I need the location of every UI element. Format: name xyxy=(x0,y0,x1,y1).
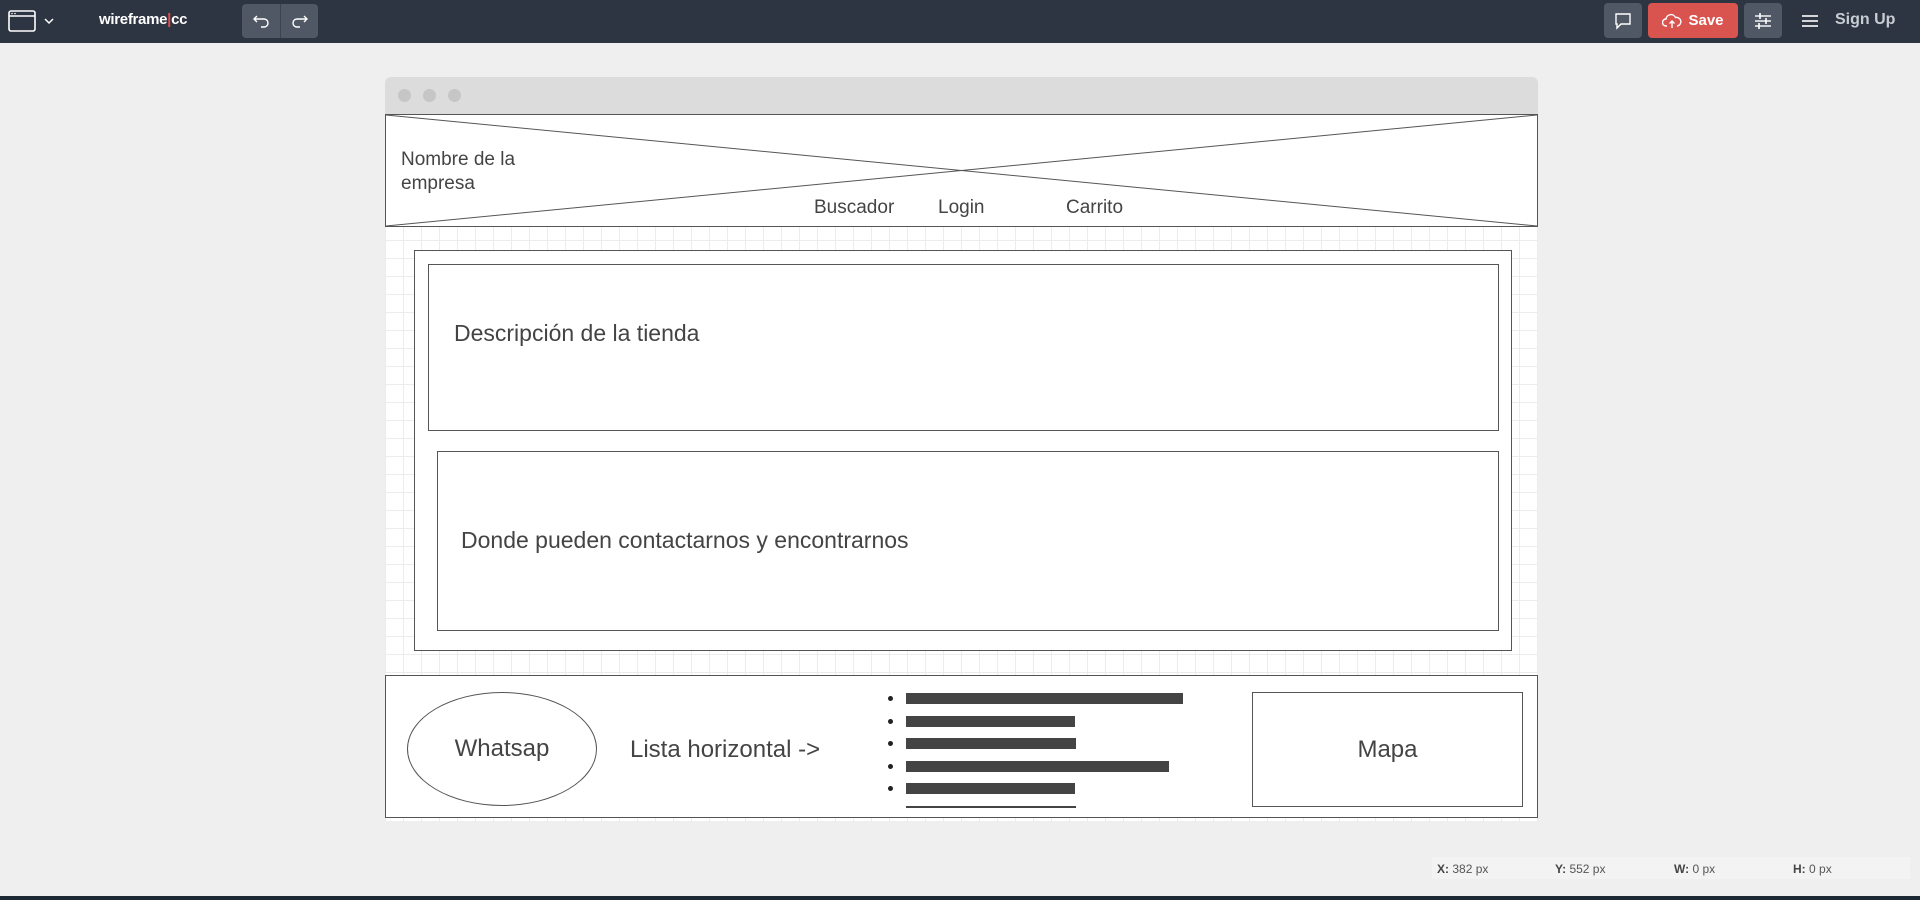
store-description: Descripción de la tienda xyxy=(454,320,700,346)
list-item-bar xyxy=(906,715,1075,727)
comment-icon xyxy=(1615,12,1631,30)
chevron-down-icon xyxy=(44,18,54,25)
browser-title-bar xyxy=(385,77,1538,114)
sliders-icon xyxy=(1755,12,1771,29)
header-image-placeholder[interactable]: Nombre de la empresa Buscador Login Carr… xyxy=(385,114,1538,227)
whatsapp-label: Whatsap xyxy=(454,735,550,762)
main-menu-button[interactable] xyxy=(1798,8,1822,34)
save-button[interactable]: Save xyxy=(1648,3,1738,38)
window-dot-close xyxy=(398,89,411,102)
list-item-bar xyxy=(906,693,1183,704)
horizontal-list-label: Lista horizontal -> xyxy=(630,736,821,763)
window-dot-minimize xyxy=(423,89,436,102)
bullet-dot xyxy=(888,786,893,791)
map-label: Mapa xyxy=(1357,735,1418,763)
status-w: W: 0 px xyxy=(1674,862,1716,876)
wireframe-canvas[interactable]: Nombre de la empresa Buscador Login Carr… xyxy=(385,114,1538,821)
window-dot-maximize xyxy=(448,89,461,102)
app-logo: wireframe|cc xyxy=(99,11,187,28)
list-item-bar xyxy=(906,783,1075,794)
comment-button[interactable] xyxy=(1604,3,1642,38)
hamburger-menu-icon xyxy=(1802,15,1818,27)
bottom-strip xyxy=(0,896,1920,900)
nav-login[interactable]: Login xyxy=(938,197,985,219)
undo-redo-group xyxy=(242,4,318,38)
top-toolbar: wireframe|cc Save Sign Up xyxy=(0,0,1920,43)
footer-box[interactable]: Whatsap Lista horizontal -> Mapa xyxy=(385,675,1538,818)
sign-up-link[interactable]: Sign Up xyxy=(1835,11,1895,29)
logo-suffix: cc xyxy=(171,11,188,28)
undo-icon xyxy=(253,15,269,28)
redo-icon xyxy=(291,15,308,28)
nav-buscador[interactable]: Buscador xyxy=(814,197,894,219)
cloud-upload-icon xyxy=(1662,13,1682,28)
list-item-bar xyxy=(906,760,1169,772)
status-h: H: 0 px xyxy=(1793,862,1832,876)
list-underline xyxy=(906,806,1076,808)
bullet-dot xyxy=(888,763,893,769)
company-name: Nombre de la empresa xyxy=(401,149,516,194)
bullet-dot xyxy=(888,718,893,724)
browser-window-icon xyxy=(8,10,36,32)
contact-text: Donde pueden contactarnos y encontrarnos xyxy=(461,527,909,553)
map-box[interactable]: Mapa xyxy=(1252,692,1523,807)
whatsapp-circle[interactable]: Whatsap xyxy=(407,692,597,806)
nav-carrito[interactable]: Carrito xyxy=(1066,197,1123,219)
redo-button[interactable] xyxy=(280,4,318,38)
save-label: Save xyxy=(1688,12,1724,29)
list-item-bar xyxy=(906,738,1076,749)
status-y: Y: 552 px xyxy=(1555,862,1606,876)
bullet-dot xyxy=(888,696,893,701)
logo-main: wireframe xyxy=(99,11,168,28)
window-menu-button[interactable] xyxy=(8,8,62,34)
settings-button[interactable] xyxy=(1744,3,1782,38)
bullet-dot xyxy=(888,741,893,746)
undo-button[interactable] xyxy=(242,4,280,38)
wireframe-browser-frame[interactable]: Nombre de la empresa Buscador Login Carr… xyxy=(385,77,1538,821)
description-box[interactable]: Descripción de la tienda xyxy=(428,264,1499,431)
status-x: X: 382 px xyxy=(1437,862,1489,876)
contact-box[interactable]: Donde pueden contactarnos y encontrarnos xyxy=(437,451,1499,631)
status-bar: X: 382 px Y: 552 px W: 0 px H: 0 px xyxy=(1432,857,1910,879)
